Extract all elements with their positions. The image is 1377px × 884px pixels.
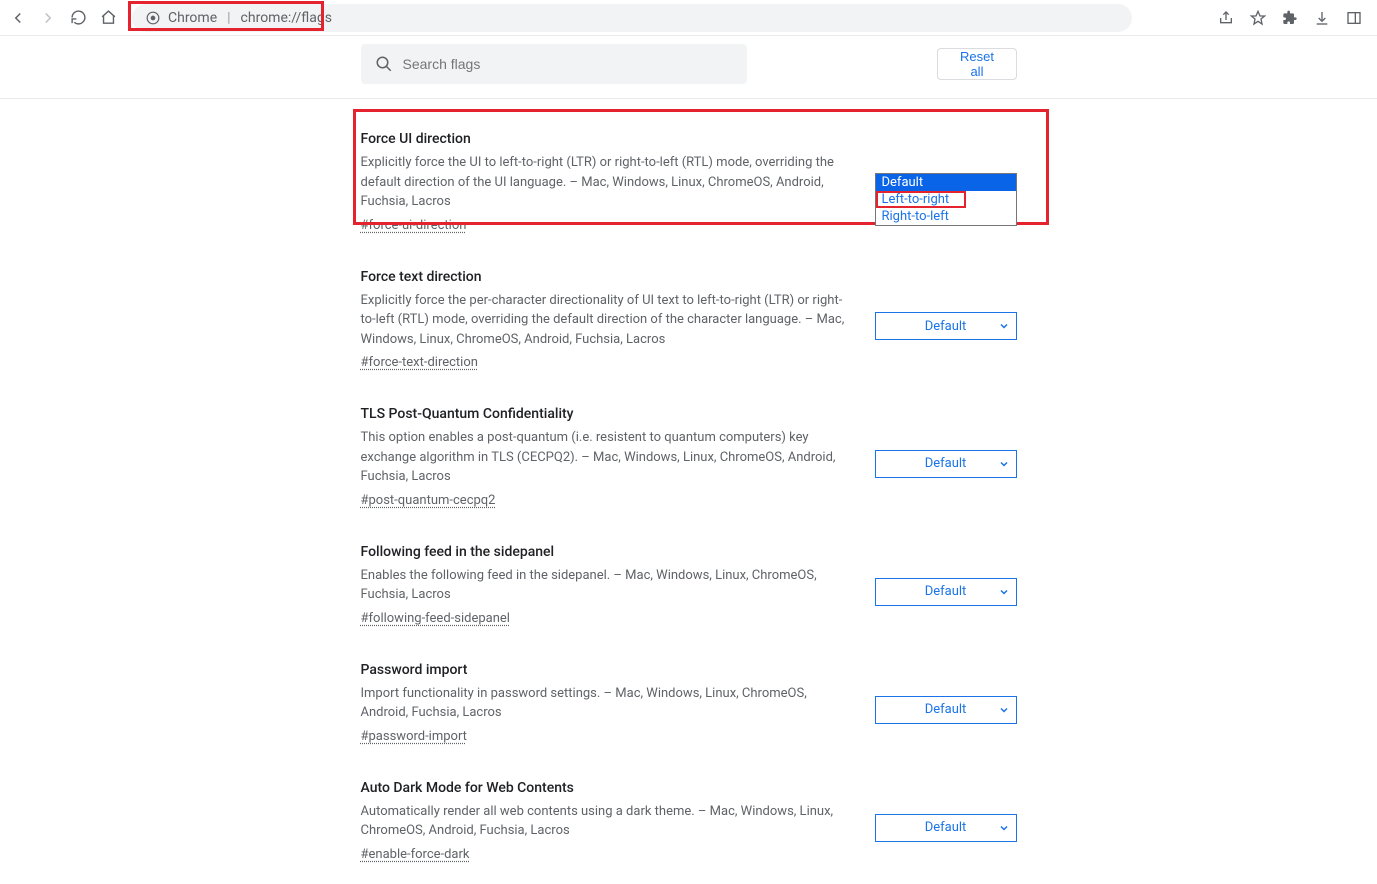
search-input[interactable] bbox=[403, 56, 734, 72]
flag-tls-post-quantum: TLS Post-Quantum Confidentiality This op… bbox=[361, 392, 1017, 530]
dropdown-option-default[interactable]: Default bbox=[876, 174, 1016, 191]
address-bar[interactable]: Chrome | chrome://flags bbox=[132, 4, 1132, 32]
select-dropdown: Default Left-to-right Right-to-left bbox=[875, 173, 1017, 226]
flag-password-import: Password import Import functionality in … bbox=[361, 648, 1017, 766]
search-icon bbox=[375, 55, 393, 73]
flag-id-link[interactable]: #enable-force-dark bbox=[361, 847, 470, 862]
reload-icon[interactable] bbox=[68, 8, 88, 28]
flag-desc: Automatically render all web contents us… bbox=[361, 802, 845, 841]
scheme-label: Chrome bbox=[168, 10, 217, 26]
flag-select[interactable]: Default bbox=[875, 578, 1017, 606]
flag-enable-force-dark: Auto Dark Mode for Web Contents Automati… bbox=[361, 766, 1017, 884]
forward-icon[interactable] bbox=[38, 8, 58, 28]
flag-title: Force UI direction bbox=[361, 131, 845, 147]
sidepanel-icon[interactable] bbox=[1345, 9, 1363, 27]
flags-list: Force UI direction Explicitly force the … bbox=[361, 99, 1017, 884]
share-icon[interactable] bbox=[1217, 9, 1235, 27]
url-text: chrome://flags bbox=[241, 10, 332, 26]
flag-id-link[interactable]: #post-quantum-cecpq2 bbox=[361, 493, 496, 508]
toolbar-right-icons bbox=[1217, 9, 1369, 27]
flag-select[interactable]: Default bbox=[875, 814, 1017, 842]
flag-id-link[interactable]: #following-feed-sidepanel bbox=[361, 611, 510, 626]
chevron-down-icon bbox=[998, 822, 1010, 834]
flag-select[interactable]: Default bbox=[875, 696, 1017, 724]
chrome-scheme-icon bbox=[146, 11, 160, 25]
flag-desc: Enables the following feed in the sidepa… bbox=[361, 566, 845, 605]
flag-id-link[interactable]: #force-ui-direction bbox=[361, 218, 467, 233]
flag-force-text-direction: Force text direction Explicitly force th… bbox=[361, 255, 1017, 393]
flag-force-ui-direction: Force UI direction Explicitly force the … bbox=[361, 117, 1017, 255]
select-value: Default bbox=[925, 584, 967, 599]
omnibox-divider: | bbox=[227, 10, 230, 26]
flag-title: Force text direction bbox=[361, 269, 845, 285]
dropdown-option-rtl[interactable]: Right-to-left bbox=[876, 208, 1016, 225]
dropdown-option-ltr[interactable]: Left-to-right bbox=[876, 191, 1016, 208]
flag-id-link[interactable]: #force-text-direction bbox=[361, 355, 478, 370]
flags-page: Reset all Force UI direction Explicitly … bbox=[0, 36, 1377, 884]
chevron-down-icon bbox=[998, 320, 1010, 332]
flag-desc: This option enables a post-quantum (i.e.… bbox=[361, 428, 845, 487]
flag-title: Auto Dark Mode for Web Contents bbox=[361, 780, 845, 796]
extensions-icon[interactable] bbox=[1281, 9, 1299, 27]
reset-all-button[interactable]: Reset all bbox=[937, 48, 1016, 80]
flag-select[interactable]: Default bbox=[875, 450, 1017, 478]
chevron-down-icon bbox=[998, 704, 1010, 716]
flag-following-feed-sidepanel: Following feed in the sidepanel Enables … bbox=[361, 530, 1017, 648]
home-icon[interactable] bbox=[98, 8, 118, 28]
select-value: Default bbox=[925, 702, 967, 717]
select-value: Default bbox=[925, 820, 967, 835]
address-bar-wrap: Chrome | chrome://flags bbox=[132, 4, 1132, 32]
select-value: Default bbox=[925, 456, 967, 471]
bookmark-star-icon[interactable] bbox=[1249, 9, 1267, 27]
flag-id-link[interactable]: #password-import bbox=[361, 729, 467, 744]
flag-desc: Explicitly force the UI to left-to-right… bbox=[361, 153, 845, 212]
flag-select[interactable]: Default bbox=[875, 312, 1017, 340]
browser-toolbar: Chrome | chrome://flags bbox=[0, 0, 1377, 36]
select-value: Default bbox=[925, 319, 967, 334]
flag-title: TLS Post-Quantum Confidentiality bbox=[361, 406, 845, 422]
search-flags-box[interactable] bbox=[361, 44, 748, 84]
download-icon[interactable] bbox=[1313, 9, 1331, 27]
chevron-down-icon bbox=[998, 458, 1010, 470]
flag-desc: Explicitly force the per-character direc… bbox=[361, 291, 845, 350]
flag-desc: Import functionality in password setting… bbox=[361, 684, 845, 723]
flag-title: Password import bbox=[361, 662, 845, 678]
chevron-down-icon bbox=[998, 586, 1010, 598]
flag-title: Following feed in the sidepanel bbox=[361, 544, 845, 560]
back-icon[interactable] bbox=[8, 8, 28, 28]
